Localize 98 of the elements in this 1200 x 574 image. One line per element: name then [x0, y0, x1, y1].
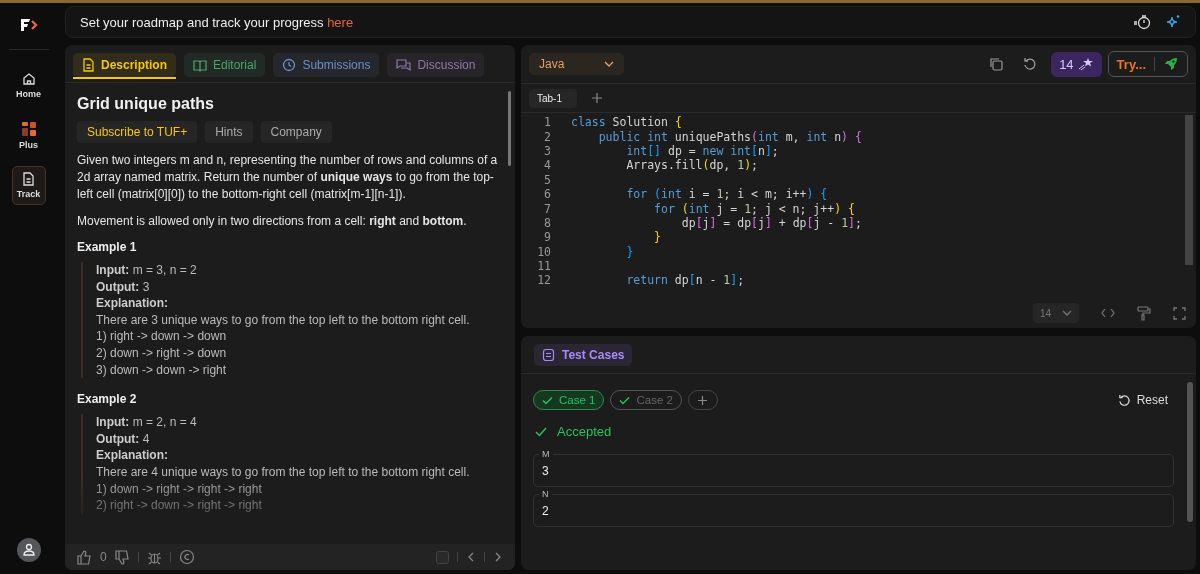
status-text: Accepted — [557, 424, 612, 439]
tag-button[interactable]: Subscribe to TUF+ — [77, 121, 198, 143]
test-cases-tab[interactable]: Test Cases — [534, 343, 633, 366]
case-tab[interactable]: Case 1 — [533, 390, 605, 410]
list-icon — [542, 347, 555, 362]
reset-icon — [1117, 393, 1131, 407]
document-icon — [22, 172, 35, 186]
add-tab-icon[interactable] — [591, 92, 603, 104]
check-icon — [535, 426, 547, 437]
code-icon[interactable] — [1101, 308, 1115, 318]
fullscreen-icon[interactable] — [1173, 306, 1186, 320]
line-number: 6 — [543, 187, 551, 202]
home-icon — [21, 72, 36, 86]
logo-icon — [18, 17, 39, 33]
like-count: 0 — [100, 550, 107, 564]
clock-icon — [282, 58, 297, 72]
scrollbar[interactable] — [1185, 115, 1193, 265]
streak-button[interactable]: 14 — [1051, 51, 1102, 77]
example-line: There are 4 unique ways to go from the top left to the bottom right cell. — [96, 463, 471, 481]
sidebar-item[interactable]: Plus — [11, 115, 46, 156]
example-heading: Example 2 — [77, 392, 138, 407]
code-line: dp[j] = dp[j] + dp[j - 1]; — [680, 215, 862, 230]
paint-roller-icon[interactable] — [1137, 305, 1151, 321]
tab[interactable]: Submissions — [273, 53, 380, 79]
document-icon — [82, 58, 95, 72]
check-icon — [619, 395, 631, 405]
line-number: 2 — [543, 129, 551, 144]
here-link[interactable]: here — [327, 14, 354, 30]
avatar-icon[interactable] — [16, 538, 41, 562]
code-line: } — [653, 230, 661, 245]
sparkle-icon[interactable] — [1165, 14, 1181, 30]
description-text: Given two integers m and n, representing the number of rows and columns of a 2d array named matrix. Return the number of unique ways to go from the top-left cell (matrix[0][0]) to the bottom-right cell (matrix[m-1][n-1]). — [77, 152, 499, 203]
copy-icon[interactable] — [989, 57, 1004, 71]
example-heading: Example 1 — [77, 240, 138, 254]
tab[interactable]: Discussion — [387, 53, 485, 79]
line-number: 4 — [543, 158, 551, 173]
check-icon — [542, 395, 553, 405]
example-line: Output: 3 — [96, 278, 151, 296]
example-line: Input: m = 2, n = 4 — [96, 414, 198, 431]
code-line: for (int j = 1; j < n; j++) { — [653, 201, 855, 216]
example-line: Input: m = 3, n = 2 — [96, 262, 198, 279]
sidebar-item[interactable]: Home — [11, 66, 46, 105]
rocket-icon — [1163, 56, 1179, 72]
line-number: 3 — [543, 143, 551, 158]
code-line: Arrays.fill(dp, 1); — [625, 158, 758, 173]
try-button[interactable]: Try... — [1107, 51, 1188, 77]
scrollbar[interactable] — [508, 91, 511, 166]
reset-icon[interactable] — [1023, 57, 1038, 71]
example-line: Explanation: — [96, 295, 169, 312]
example-line: 1) down -> right -> right -> right — [96, 480, 263, 498]
code-line: return dp[n - 1]; — [625, 273, 745, 288]
code-line: } — [625, 244, 634, 259]
language-dropdown[interactable]: Java — [529, 53, 624, 75]
copyright-icon[interactable] — [178, 549, 195, 565]
banner-text: Set your roadmap and track your progress here — [80, 14, 354, 30]
line-number: 7 — [543, 201, 551, 216]
chevron-down-icon — [604, 61, 614, 67]
example-line: Output: 4 — [96, 430, 151, 448]
chat-icon — [396, 58, 412, 72]
code-line: int[] dp = new int[n]; — [626, 143, 779, 158]
line-number: 10 — [536, 244, 551, 259]
example-line: 2) right -> down -> right -> right — [96, 497, 263, 514]
book-icon — [193, 58, 207, 72]
description-text: Movement is allowed only in two directions from a cell: right and bottom. — [77, 213, 468, 230]
line-number: 11 — [536, 259, 551, 274]
tag-button[interactable]: Company — [260, 121, 332, 143]
example-line: 3) down -> down -> right — [96, 361, 228, 379]
thumbs-up-icon[interactable] — [77, 549, 92, 565]
tab[interactable]: Description — [73, 53, 176, 79]
sidebar-item[interactable]: Track — [11, 166, 46, 205]
line-number: 1 — [543, 115, 551, 130]
code-line: public int uniquePaths(int m, int n) { — [597, 129, 862, 144]
thumbs-down-icon[interactable] — [114, 549, 130, 565]
code-line: for (int i = 1; i < m; i++) { — [625, 187, 828, 202]
problem-title: Grid unique paths — [77, 95, 215, 113]
field-label: N — [539, 489, 552, 499]
line-number: 8 — [543, 215, 551, 230]
chevron-down-icon — [1062, 310, 1072, 316]
reset-button[interactable]: Reset — [1111, 392, 1174, 408]
chevron-left-icon[interactable] — [466, 551, 476, 563]
shooting-star-icon — [1077, 57, 1094, 71]
code-line: class Solution { — [571, 115, 682, 130]
timer-icon[interactable] — [1133, 14, 1151, 30]
tab[interactable]: Editorial — [184, 53, 266, 79]
tag-button[interactable]: Hints — [205, 121, 253, 143]
example-line: 1) right -> down -> down — [96, 328, 228, 345]
grid-icon — [20, 121, 37, 137]
field-label: M — [539, 449, 553, 459]
chevron-right-icon[interactable] — [493, 551, 503, 563]
example-line: There are 3 unique ways to go from the top left to the bottom right cell. — [96, 311, 471, 329]
editor-tab[interactable]: Tab-1 — [529, 88, 577, 108]
plus-icon — [697, 394, 709, 406]
line-number: 12 — [536, 273, 551, 288]
scrollbar[interactable] — [1187, 382, 1193, 522]
line-number: 5 — [543, 172, 551, 187]
example-line: Explanation: — [96, 447, 169, 464]
line-number: 9 — [543, 230, 551, 245]
example-line: 2) down -> right -> down — [96, 344, 228, 362]
